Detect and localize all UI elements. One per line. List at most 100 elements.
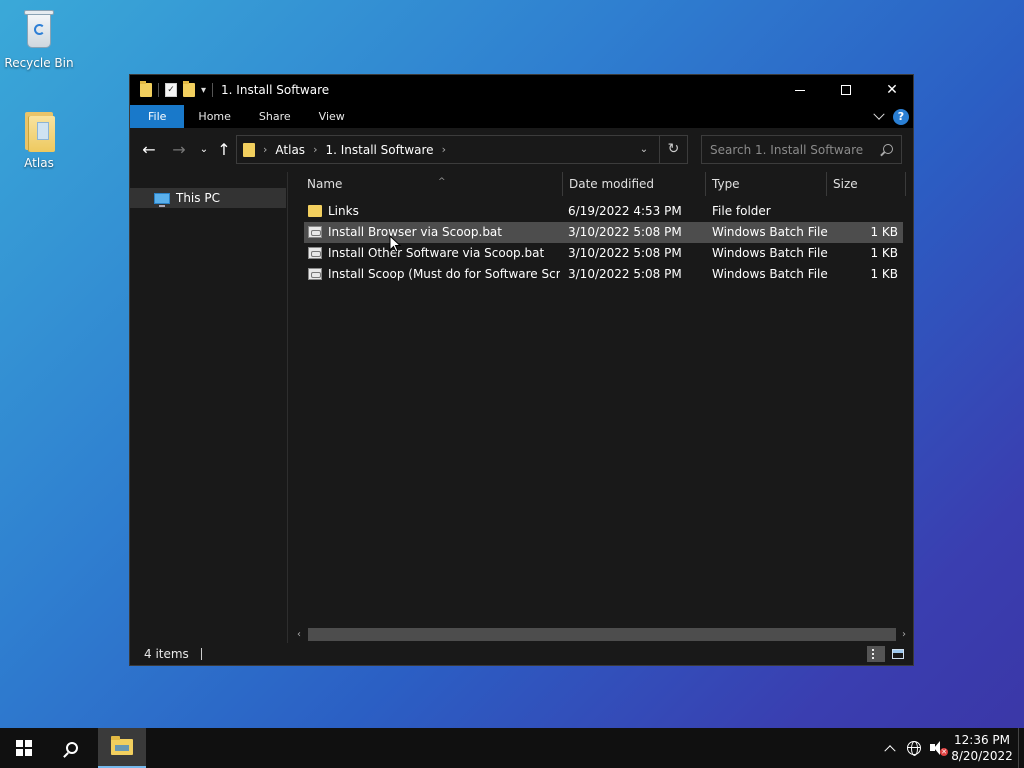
- search-icon: [66, 742, 78, 754]
- details-view-icon: [872, 649, 880, 659]
- desktop-icon-recycle-bin[interactable]: Recycle Bin: [2, 8, 76, 70]
- window-title: 1. Install Software: [221, 83, 330, 97]
- file-type: Windows Batch File: [712, 225, 828, 239]
- file-type: Windows Batch File: [712, 246, 828, 260]
- show-hidden-icons-button[interactable]: [878, 728, 902, 768]
- back-button[interactable]: ←: [139, 140, 159, 160]
- file-name: Links: [328, 204, 359, 218]
- details-view-button[interactable]: [867, 646, 885, 662]
- chevron-right-icon[interactable]: ›: [313, 143, 317, 156]
- scrollbar-thumb[interactable]: [308, 628, 896, 641]
- file-type: Windows Batch File: [712, 267, 828, 281]
- volume-button[interactable]: ✕: [926, 728, 950, 768]
- maximize-button[interactable]: [823, 75, 869, 105]
- column-header-date[interactable]: Date modified: [563, 172, 706, 196]
- taskbar: ✕ 12:36 PM 8/20/2022: [0, 728, 1024, 768]
- recycle-bin-icon: [19, 8, 59, 52]
- item-count: 4 items: [144, 647, 189, 661]
- file-row-install-scoop[interactable]: Install Scoop (Must do for Software Scri…: [304, 264, 903, 285]
- column-header-type[interactable]: Type: [706, 172, 827, 196]
- batch-file-icon: [308, 268, 322, 280]
- file-name: Install Scoop (Must do for Software Scri…: [328, 267, 560, 281]
- maximize-icon: [841, 85, 851, 95]
- search-icon[interactable]: [883, 144, 893, 154]
- tab-share[interactable]: Share: [245, 105, 305, 128]
- address-bar[interactable]: › Atlas › 1. Install Software › ⌄ ↻: [236, 135, 688, 164]
- minimize-icon: [795, 89, 805, 91]
- search-input[interactable]: [702, 142, 872, 157]
- tab-file[interactable]: File: [130, 105, 185, 128]
- address-dropdown-icon[interactable]: ⌄: [629, 144, 659, 155]
- file-date: 3/10/2022 5:08 PM: [568, 267, 682, 281]
- new-folder-icon[interactable]: [183, 81, 195, 97]
- up-button[interactable]: ↑: [214, 140, 234, 160]
- chevron-right-icon[interactable]: ›: [442, 143, 446, 156]
- column-header-name[interactable]: Name ^: [301, 172, 563, 196]
- clock-date: 8/20/2022: [951, 749, 1013, 763]
- large-icons-view-icon: [892, 649, 904, 659]
- column-headers: Name ^ Date modified Type Size: [290, 172, 913, 196]
- title-bar[interactable]: ✓ ▾ 1. Install Software ✕: [130, 75, 913, 105]
- scroll-right-icon[interactable]: ›: [897, 626, 911, 643]
- windows-logo-icon: [16, 740, 32, 756]
- file-date: 3/10/2022 5:08 PM: [568, 246, 682, 260]
- tab-view[interactable]: View: [305, 105, 359, 128]
- nav-item-label: This PC: [176, 191, 220, 205]
- search-box[interactable]: [701, 135, 902, 164]
- network-button[interactable]: [902, 728, 926, 768]
- folder-icon: [308, 205, 322, 217]
- taskbar-search-button[interactable]: [48, 728, 96, 768]
- navigation-pane: This PC: [130, 172, 288, 643]
- quick-access-toolbar: ✓ ▾: [130, 81, 214, 97]
- expand-ribbon-icon[interactable]: [873, 108, 885, 120]
- help-icon[interactable]: ?: [893, 108, 909, 125]
- view-switcher: [867, 646, 907, 662]
- desktop-icon-label: Atlas: [24, 156, 54, 170]
- mouse-cursor-icon: [389, 235, 402, 253]
- close-button[interactable]: ✕: [869, 75, 915, 105]
- recent-locations-button[interactable]: ⌄: [194, 140, 214, 160]
- horizontal-scrollbar[interactable]: ‹ ›: [290, 626, 913, 643]
- breadcrumb-install-software[interactable]: 1. Install Software: [325, 143, 433, 157]
- start-button[interactable]: [0, 728, 48, 768]
- file-date: 3/10/2022 5:08 PM: [568, 225, 682, 239]
- breadcrumb-atlas[interactable]: Atlas: [275, 143, 305, 157]
- desktop-icon-label: Recycle Bin: [4, 56, 74, 70]
- system-tray: ✕ 12:36 PM 8/20/2022: [878, 728, 1024, 768]
- ribbon-controls: ?: [873, 105, 909, 128]
- customize-toolbar-icon[interactable]: ▾: [201, 85, 206, 96]
- properties-icon[interactable]: ✓: [165, 83, 177, 97]
- batch-file-icon: [308, 247, 322, 259]
- tab-home[interactable]: Home: [184, 105, 244, 128]
- explorer-window: ✓ ▾ 1. Install Software ✕ File Home Shar…: [129, 74, 914, 666]
- show-desktop-button[interactable]: [1018, 728, 1024, 768]
- navigation-bar: ← → ⌄ ↑ › Atlas › 1. Install Software › …: [130, 128, 913, 172]
- chevron-up-icon: [884, 745, 896, 757]
- this-pc-icon: [154, 192, 170, 207]
- close-icon: ✕: [886, 82, 898, 98]
- separator: [200, 648, 202, 660]
- folder-icon: [19, 108, 59, 152]
- nav-item-this-pc[interactable]: This PC: [130, 188, 286, 208]
- file-type: File folder: [712, 204, 771, 218]
- forward-button[interactable]: →: [169, 140, 189, 160]
- scroll-left-icon[interactable]: ‹: [292, 626, 306, 643]
- network-globe-icon: [907, 741, 921, 756]
- file-size: 1 KB: [870, 246, 898, 260]
- large-icons-view-button[interactable]: [889, 646, 907, 662]
- desktop-icon-atlas[interactable]: Atlas: [2, 108, 76, 170]
- column-header-size[interactable]: Size: [827, 172, 906, 196]
- refresh-icon[interactable]: ↻: [659, 136, 687, 163]
- ribbon-tabs: File Home Share View ?: [130, 105, 913, 128]
- minimize-button[interactable]: [777, 75, 823, 105]
- taskbar-clock[interactable]: 12:36 PM 8/20/2022: [950, 732, 1014, 764]
- file-row-links[interactable]: Links 6/19/2022 4:53 PM File folder: [304, 201, 903, 222]
- taskbar-file-explorer[interactable]: [98, 728, 146, 768]
- file-name: Install Other Software via Scoop.bat: [328, 246, 545, 260]
- separator: [158, 83, 159, 97]
- separator: [212, 83, 214, 97]
- file-size: 1 KB: [870, 267, 898, 281]
- clock-time: 12:36 PM: [954, 733, 1010, 747]
- chevron-right-icon[interactable]: ›: [263, 143, 267, 156]
- status-bar: 4 items: [130, 643, 913, 665]
